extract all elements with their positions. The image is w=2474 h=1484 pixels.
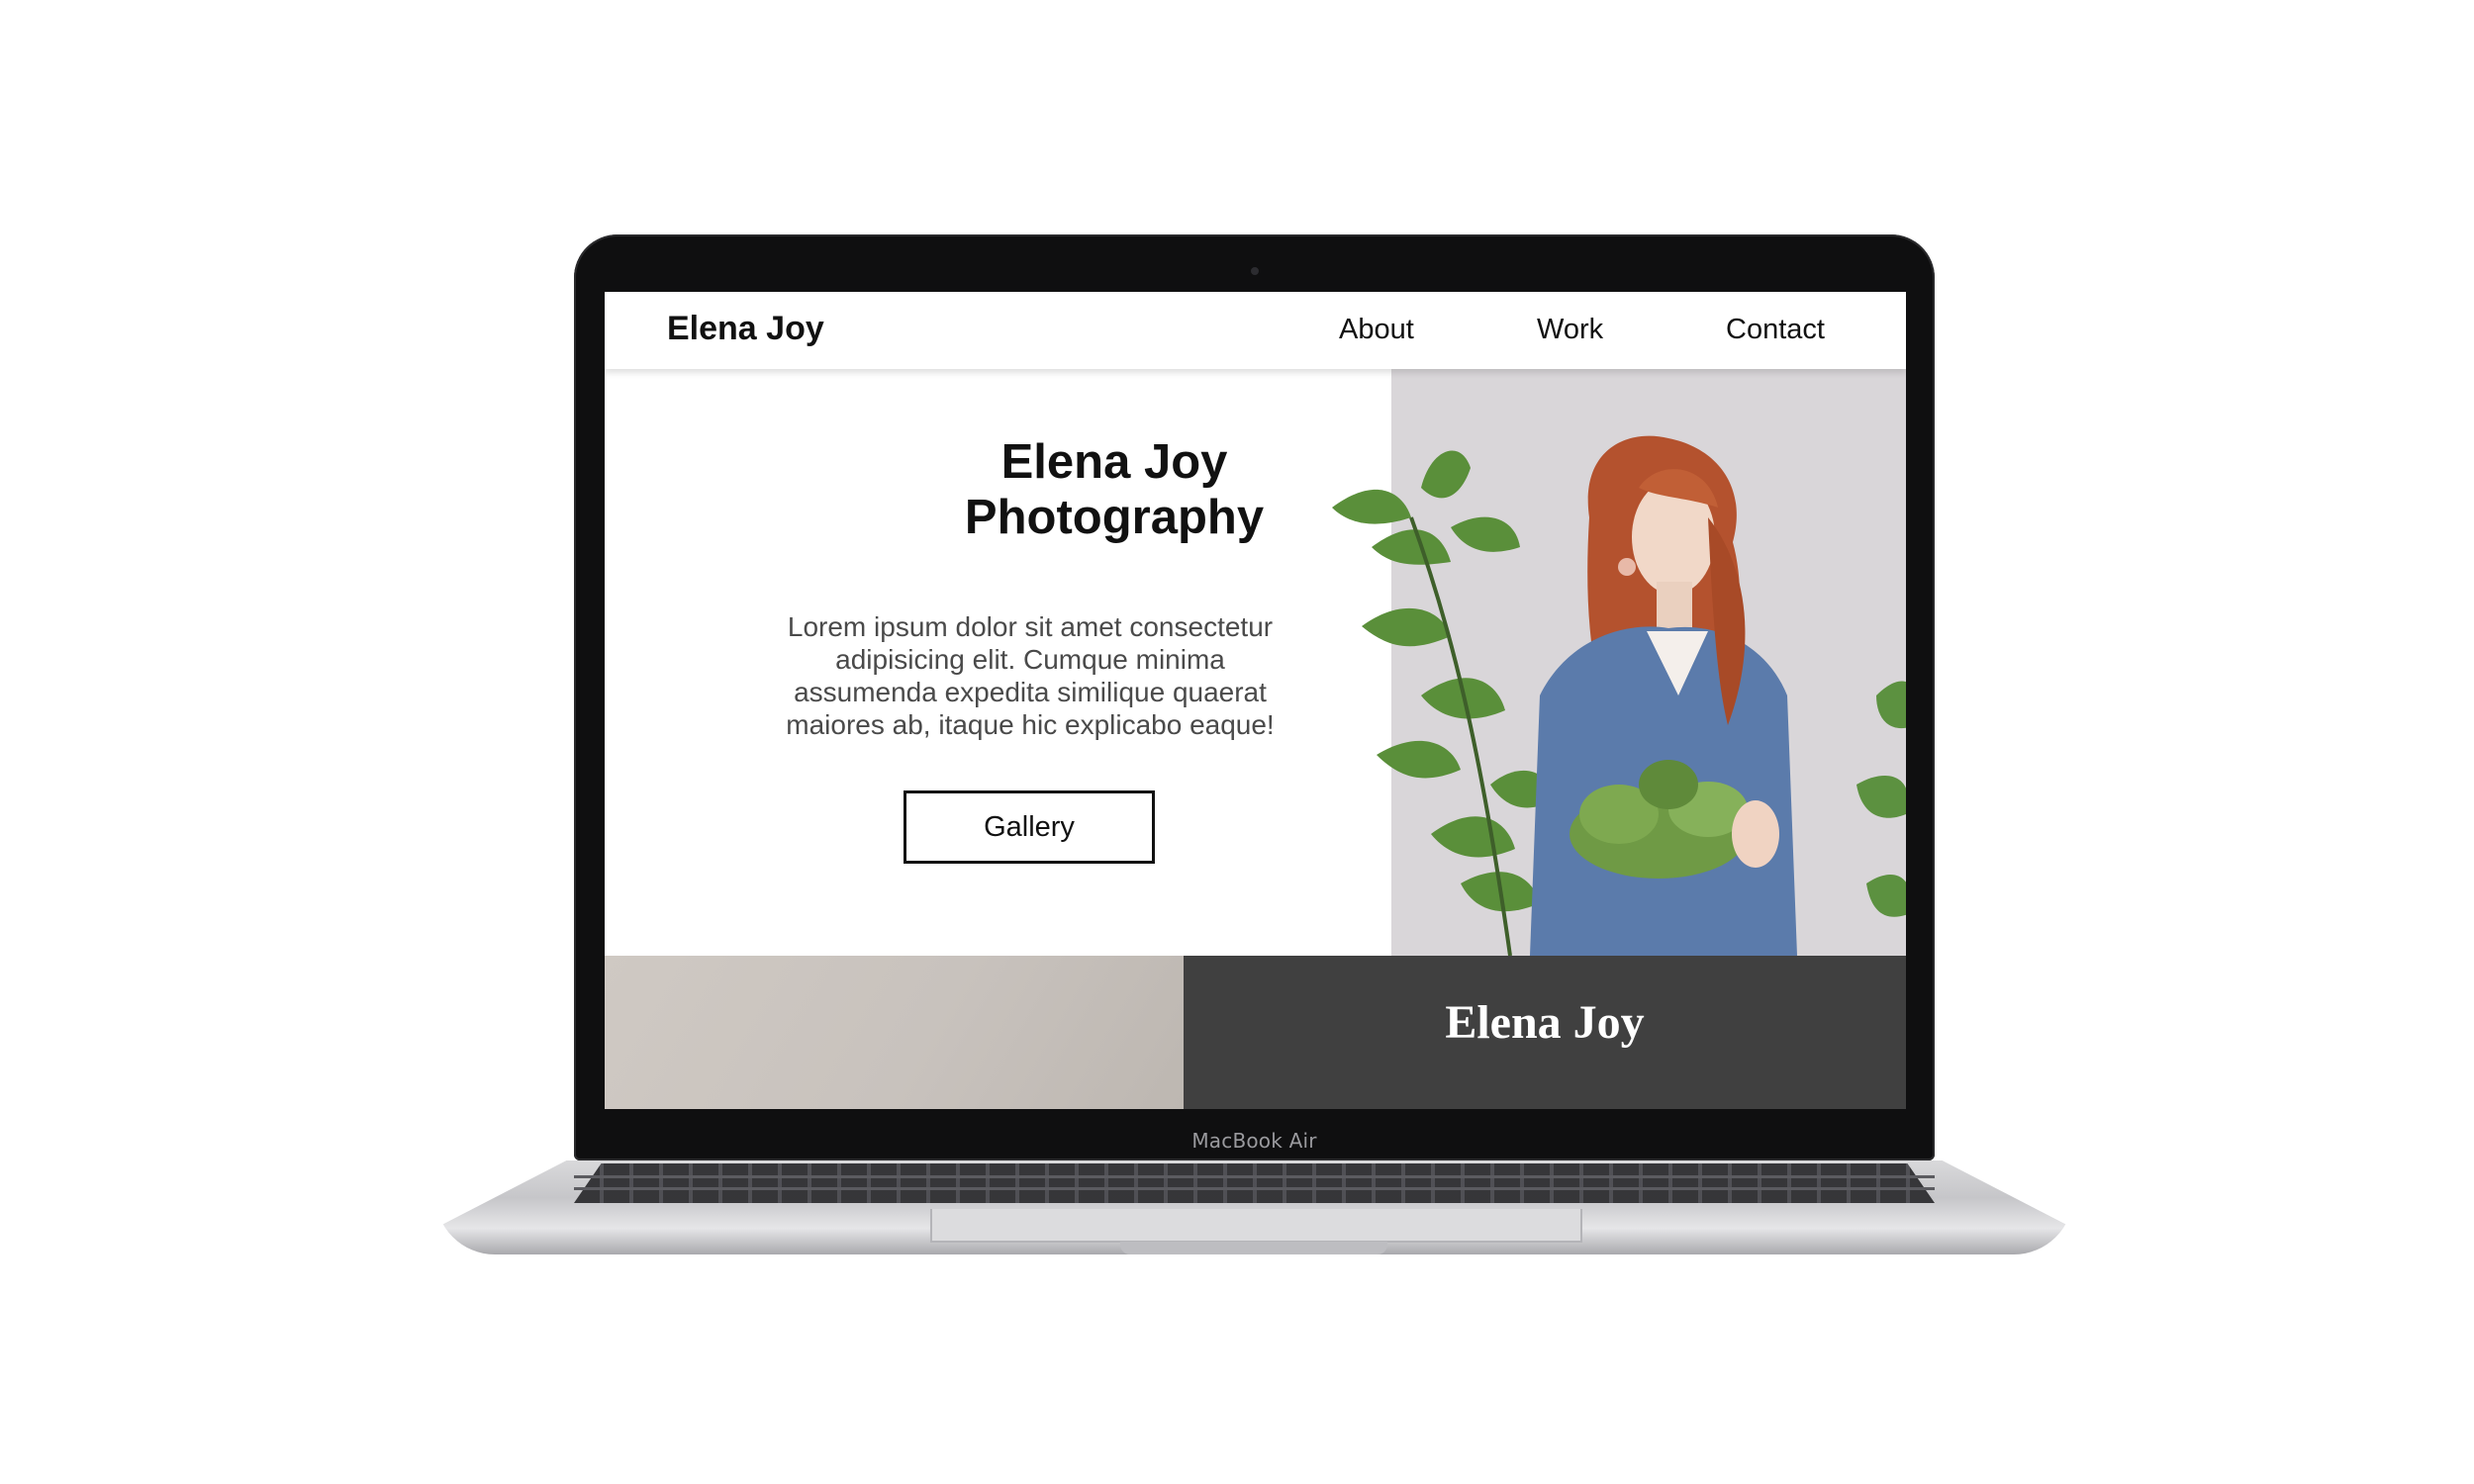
nav-link-about[interactable]: About	[1339, 314, 1414, 346]
keyboard-row	[574, 1187, 1935, 1190]
nav-link-contact[interactable]: Contact	[1726, 314, 1825, 346]
trackpad	[930, 1209, 1582, 1243]
laptop-screen: Elena Joy About Work Contact Elena Joy P…	[605, 292, 1906, 1109]
hero-photo	[1332, 369, 1906, 957]
nav-brand[interactable]: Elena Joy	[667, 310, 824, 348]
camera-icon	[1251, 267, 1259, 275]
keyboard	[574, 1163, 1935, 1203]
hero-section: Elena Joy Photography Lorem ipsum dolor …	[605, 369, 1391, 956]
device-label: MacBook Air	[1191, 1129, 1317, 1153]
hero-description: Lorem ipsum dolor sit amet consectetur a…	[786, 611, 1275, 740]
portrait-photo-image	[1332, 369, 1906, 957]
gallery-button[interactable]: Gallery	[904, 790, 1155, 864]
site-nav: Elena Joy About Work Contact	[605, 292, 1906, 369]
nav-link-work[interactable]: Work	[1537, 314, 1603, 346]
footer-brand: Elena Joy	[1445, 996, 1645, 1049]
texture-panel	[605, 956, 1184, 1109]
footer-panel: Elena Joy	[1184, 956, 1906, 1109]
keyboard-row	[574, 1175, 1935, 1178]
stage: Elena Joy About Work Contact Elena Joy P…	[0, 0, 2474, 1484]
lid-notch	[1120, 1242, 1387, 1254]
